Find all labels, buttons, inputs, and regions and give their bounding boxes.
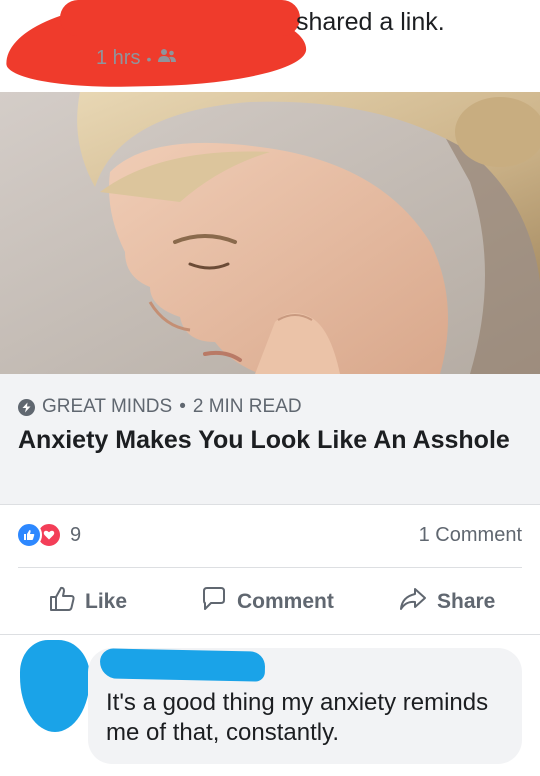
friends-icon[interactable] [157,47,177,70]
speech-bubble-icon [200,585,228,619]
divider [18,567,522,568]
like-button[interactable]: Like [48,572,127,632]
link-preview-image[interactable] [0,92,540,374]
share-arrow-icon [398,585,428,619]
reaction-count: 9 [70,523,82,546]
divider [0,634,540,635]
reaction-summary[interactable]: 9 [16,522,81,548]
post-meta: 1 hrs • [96,47,177,70]
bolt-icon [18,398,35,416]
like-reaction-icon [16,522,42,548]
meta-separator: • [146,50,152,67]
link-source: GREAT MINDS [42,396,173,417]
thumbs-up-icon [48,585,76,619]
post-timestamp[interactable]: 1 hrs [96,47,140,70]
redacted-commenter-name[interactable] [99,648,266,682]
comment-label: Comment [237,590,334,613]
redacted-author-name-mark [60,0,300,36]
link-title[interactable]: Anxiety Makes You Look Like An Asshole [18,424,518,456]
post-action-text: shared a link. [296,8,445,36]
share-label: Share [437,590,496,613]
link-source-line: GREAT MINDS • 2 MIN READ [18,396,302,418]
link-preview-card[interactable]: GREAT MINDS • 2 MIN READ Anxiety Makes Y… [0,374,540,505]
post-action-bar: Like Comment Share [0,572,540,632]
comment-text: It's a good thing my anxiety reminds me … [106,689,489,746]
comments-count-link[interactable]: 1 Comment [419,524,522,547]
comment-button[interactable]: Comment [200,572,334,632]
source-separator: • [179,396,186,417]
share-button[interactable]: Share [398,572,495,632]
post-header: shared a link. 1 hrs • [0,0,540,92]
like-label: Like [85,590,128,613]
link-read-time: 2 MIN READ [192,396,302,417]
redacted-avatar[interactable] [20,640,90,732]
